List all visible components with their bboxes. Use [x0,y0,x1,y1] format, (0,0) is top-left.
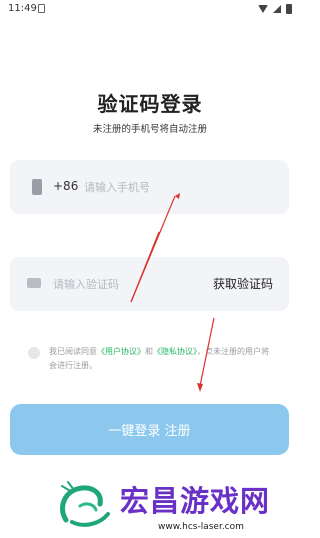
country-code[interactable]: +86 [53,179,78,193]
page-subtitle: 未注册的手机号将自动注册 [92,124,207,135]
phone-field[interactable]: +86 [10,160,289,214]
page-title: 验证码登录 [97,92,203,116]
watermark-url: www.hcs-laser.com [158,522,244,532]
code-input[interactable] [53,273,203,295]
phone-icon [32,179,42,195]
login-register-button[interactable]: 一键登录 注册 [10,404,289,455]
status-bar: 11:49 [0,0,300,20]
get-code-button[interactable]: 获取验证码 [213,275,273,292]
sim-icon [38,4,45,13]
privacy-policy-link[interactable]: 《隐私协议》 [153,347,197,356]
message-icon [27,278,41,288]
agreement-checkbox[interactable] [28,347,40,359]
phone-input[interactable] [84,176,264,198]
status-indicators [258,4,292,14]
signal-icon [273,5,281,13]
agreement-text: 我已阅读同意《用户协议》和《隐私协议》，点未注册的用户将会进行注册。 [49,347,269,370]
battery-icon [286,4,292,14]
watermark-name: 宏昌游戏网 [120,484,271,518]
code-field[interactable]: 获取验证码 [10,257,289,311]
status-time: 11:49 [8,3,37,14]
user-agreement-link[interactable]: 《用户协议》 [97,347,145,356]
wifi-icon [258,5,268,13]
watermark: 宏昌游戏网 www.hcs-laser.com [40,472,300,534]
dragon-logo-icon [60,481,110,527]
